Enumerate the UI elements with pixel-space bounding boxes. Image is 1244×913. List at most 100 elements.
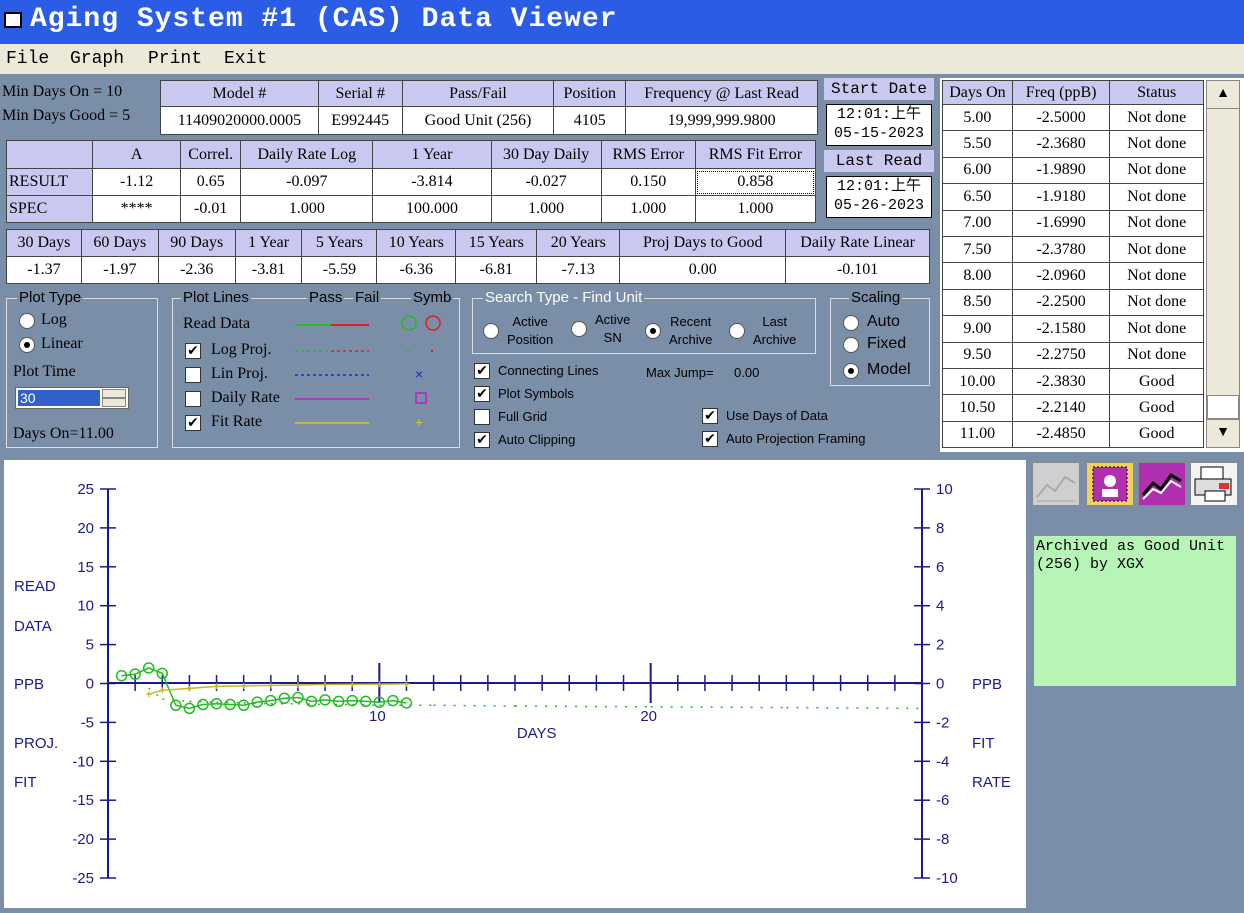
search-active-position-radio[interactable] bbox=[483, 323, 499, 339]
full-grid-checkbox[interactable] bbox=[474, 409, 490, 425]
auto-clipping-checkbox[interactable]: ✔ bbox=[474, 432, 490, 448]
max-jump-value[interactable]: 0.00 bbox=[734, 365, 759, 380]
result-header-30daydaily: 30 Day Daily bbox=[490, 140, 602, 169]
list-status: Not done bbox=[1109, 288, 1204, 317]
scaling-auto-radio[interactable] bbox=[843, 315, 859, 331]
chart-view-button[interactable] bbox=[1032, 462, 1080, 506]
lin-proj-checkbox[interactable] bbox=[185, 367, 201, 383]
search-active-sn-radio[interactable] bbox=[571, 321, 587, 337]
unit-info-table: Model # Serial # Pass/Fail Position Freq… bbox=[160, 80, 818, 135]
plot-lines-pass: Pass bbox=[307, 289, 345, 306]
scaling-fixed-radio[interactable] bbox=[843, 337, 859, 353]
spec-30daydaily: 1.000 bbox=[490, 195, 602, 223]
trend-button[interactable] bbox=[1138, 462, 1186, 506]
start-date: 05-15-2023 bbox=[833, 125, 924, 142]
scroll-up-icon[interactable]: ▲ bbox=[1207, 81, 1239, 109]
list-item[interactable]: 6.50 -1.9180 Not done bbox=[942, 183, 1204, 211]
list-status: Good bbox=[1109, 394, 1204, 422]
list-item[interactable]: 10.50 -2.2140 Good bbox=[942, 394, 1204, 422]
right-axis-label: FIT bbox=[972, 735, 995, 752]
list-dayson: 6.00 bbox=[942, 156, 1013, 185]
menu-print[interactable]: Print bbox=[148, 49, 202, 69]
list-item[interactable]: 10.00 -2.3830 Good bbox=[942, 367, 1204, 396]
list-scrollbar[interactable]: ▲ ▼ bbox=[1206, 80, 1240, 448]
search-last-archive-radio[interactable] bbox=[729, 323, 745, 339]
result-header-1year: 1 Year bbox=[372, 140, 492, 169]
lin-proj-label: Lin Proj. bbox=[211, 365, 268, 382]
plot-symbols-checkbox[interactable]: ✔ bbox=[474, 386, 490, 402]
full-grid-label: Full Grid bbox=[498, 409, 548, 424]
right-tick-label: -6 bbox=[936, 792, 949, 809]
right-tick-label: 10 bbox=[936, 481, 953, 498]
read-fail-symbol bbox=[425, 315, 441, 331]
auto-proj-framing-checkbox[interactable]: ✔ bbox=[702, 431, 718, 447]
fit-rate-symbol: + bbox=[415, 414, 423, 430]
left-tick-label: 25 bbox=[77, 481, 94, 498]
list-freq: -2.3680 bbox=[1011, 130, 1111, 158]
menu-graph[interactable]: Graph bbox=[70, 49, 124, 69]
fit-rate-checkbox[interactable]: ✔ bbox=[185, 415, 201, 431]
passfail-value: Good Unit (256) bbox=[401, 106, 555, 135]
scaling-title: Scaling bbox=[849, 289, 903, 306]
connecting-lines-checkbox[interactable]: ✔ bbox=[474, 363, 490, 379]
scaling-group: Scaling Auto Fixed Model bbox=[830, 289, 930, 386]
stamp-icon bbox=[1092, 466, 1128, 502]
daily-rate-label: Daily Rate bbox=[211, 389, 280, 406]
log-proj-checkbox[interactable]: ✔ bbox=[185, 343, 201, 359]
stamp-button[interactable] bbox=[1086, 462, 1134, 506]
list-status: Not done bbox=[1109, 130, 1204, 158]
window-title: Aging System #1 (CAS) Data Viewer bbox=[30, 4, 618, 35]
result-header-dailyratelog: Daily Rate Log bbox=[240, 140, 374, 169]
projection-table: 30 Days 60 Days 90 Days 1 Year 5 Years 1… bbox=[6, 229, 930, 284]
spec-dailyratelog: 1.000 bbox=[240, 195, 374, 223]
read-data-line bbox=[121, 667, 407, 710]
search-opt1-line1: Active bbox=[595, 312, 631, 327]
list-item[interactable]: 8.50 -2.2500 Not done bbox=[942, 288, 1204, 317]
daily-rate-checkbox[interactable] bbox=[185, 391, 201, 407]
search-recent-archive-radio[interactable] bbox=[645, 323, 661, 339]
list-item[interactable]: 11.00 -2.4850 Good bbox=[942, 420, 1204, 449]
list-freq: -1.9180 bbox=[1011, 183, 1111, 211]
result-correl: 0.65 bbox=[180, 168, 242, 196]
list-status: Good bbox=[1109, 420, 1204, 449]
list-item[interactable]: 5.50 -2.3680 Not done bbox=[942, 130, 1204, 158]
plot-area[interactable]: 25 10 20 8 15 6 10 4 5 2 0 0 -5 -2 -10 -4 -15 -6 -20 -8 -25-… bbox=[4, 460, 1026, 908]
left-tick-label: -15 bbox=[72, 792, 94, 809]
result-rmsfiterror[interactable]: 0.858 bbox=[694, 168, 817, 196]
menu-file[interactable]: File bbox=[6, 49, 49, 69]
print-button[interactable] bbox=[1190, 462, 1238, 506]
plot-type-log-radio[interactable] bbox=[19, 313, 35, 329]
plot-time-input[interactable]: 30 bbox=[18, 390, 100, 406]
list-item[interactable]: 9.00 -2.1580 Not done bbox=[942, 315, 1204, 343]
use-days-checkbox[interactable]: ✔ bbox=[702, 408, 718, 424]
list-item[interactable]: 7.00 -1.6990 Not done bbox=[942, 209, 1204, 237]
scaling-model-radio[interactable] bbox=[843, 363, 859, 379]
x-tick-label: 10 bbox=[369, 708, 386, 725]
menu-exit[interactable]: Exit bbox=[224, 49, 267, 69]
list-dayson: 7.00 bbox=[942, 209, 1013, 237]
list-item[interactable]: 9.50 -2.2750 Not done bbox=[942, 341, 1204, 369]
scroll-thumb[interactable] bbox=[1207, 395, 1239, 419]
left-axis-label: PROJ. bbox=[14, 735, 58, 752]
spinner-down-button[interactable] bbox=[102, 398, 126, 407]
spinner-up-button[interactable] bbox=[102, 389, 126, 398]
list-item[interactable]: 8.00 -2.0960 Not done bbox=[942, 262, 1204, 290]
list-status: Not done bbox=[1109, 315, 1204, 343]
log-proj-segment bbox=[433, 704, 516, 707]
result-header-correl: Correl. bbox=[180, 140, 242, 169]
proj-h-60days: 60 Days bbox=[80, 229, 159, 257]
position-value: 4105 bbox=[553, 106, 627, 135]
daily-rate-symbol bbox=[415, 392, 427, 404]
proj-1year: -3.81 bbox=[234, 256, 303, 284]
plot-time-label: Plot Time bbox=[13, 363, 76, 380]
scroll-down-icon[interactable]: ▼ bbox=[1207, 419, 1239, 447]
plot-type-group: Plot Type Log Linear Plot Time 30 Days O… bbox=[6, 289, 158, 448]
list-status: Not done bbox=[1109, 156, 1204, 185]
plot-type-linear-radio[interactable] bbox=[19, 337, 35, 353]
plot-time-spinner[interactable]: 30 bbox=[15, 387, 129, 409]
frequency-list[interactable]: Days On Freq (ppB) Status 5.00 -2.5000 Not… bbox=[940, 78, 1244, 452]
list-item[interactable]: 7.50 -2.3780 Not done bbox=[942, 235, 1204, 264]
fit-rate-point bbox=[213, 683, 220, 690]
list-item[interactable]: 5.00 -2.5000 Not done bbox=[942, 103, 1204, 132]
list-item[interactable]: 6.00 -1.9890 Not done bbox=[942, 156, 1204, 185]
